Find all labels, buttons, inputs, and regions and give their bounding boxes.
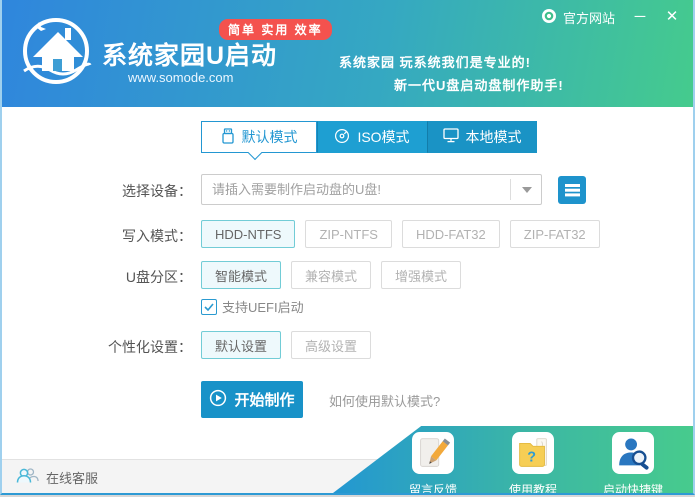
partition-options: 智能模式 兼容模式 增强模式: [201, 261, 461, 289]
minimize-button[interactable]: ─: [628, 4, 652, 28]
tab-default-mode[interactable]: 默认模式: [201, 121, 317, 153]
write-mode-zip-fat32[interactable]: ZIP-FAT32: [510, 220, 600, 248]
tab-label: ISO模式: [357, 127, 409, 147]
device-menu-button[interactable]: [558, 176, 586, 204]
tab-local-mode[interactable]: 本地模式: [427, 121, 537, 153]
personalize-default[interactable]: 默认设置: [201, 331, 281, 359]
online-service-link[interactable]: 在线客服: [16, 467, 98, 487]
partition-label: U盘分区：: [2, 267, 192, 287]
tab-iso-mode[interactable]: ISO模式: [317, 121, 427, 153]
help-link[interactable]: 如何使用默认模式?: [329, 391, 440, 410]
partition-smart-mode[interactable]: 智能模式: [201, 261, 281, 289]
online-service-label: 在线客服: [46, 468, 98, 487]
footer-shortcut-panel: 留言反馈 ? 使用教程: [333, 426, 693, 493]
shortcut-label: 启动快捷键: [603, 481, 663, 495]
feature-badge: 简单 实用 效率: [219, 19, 332, 40]
tab-label: 默认模式: [242, 127, 298, 147]
slogan-line2: 新一代U盘启动盘制作助手!: [394, 75, 564, 94]
personalize-options: 默认设置 高级设置: [201, 331, 371, 359]
person-magnifier-icon: [612, 432, 654, 479]
uefi-checkbox-label: 支持UEFI启动: [222, 297, 304, 316]
device-select[interactable]: 请插入需要制作启动盘的U盘!: [201, 174, 542, 205]
partition-enhanced-mode[interactable]: 增强模式: [381, 261, 461, 289]
support-people-icon: [16, 467, 39, 487]
write-mode-hdd-fat32[interactable]: HDD-FAT32: [402, 220, 500, 248]
monitor-icon: [443, 128, 459, 146]
select-divider: [510, 179, 511, 200]
folder-question-icon: ?: [512, 432, 554, 479]
start-button-label: 开始制作: [234, 389, 294, 410]
write-mode-zip-ntfs[interactable]: ZIP-NTFS: [305, 220, 392, 248]
uefi-checkbox-row[interactable]: 支持UEFI启动: [201, 297, 304, 316]
svg-text:?: ?: [527, 450, 536, 466]
write-mode-hdd-ntfs[interactable]: HDD-NTFS: [201, 220, 295, 248]
target-circle-icon: [541, 8, 557, 27]
uefi-checkbox[interactable]: [201, 299, 217, 315]
start-button[interactable]: 开始制作: [201, 381, 303, 418]
close-button[interactable]: ✕: [660, 4, 684, 28]
official-site-label: 官方网站: [563, 8, 615, 27]
app-header: 系统家园U启动 www.somode.com 简单 实用 效率 系统家园 玩系统…: [2, 0, 693, 107]
house-logo-icon: [16, 11, 96, 91]
personalize-advanced[interactable]: 高级设置: [291, 331, 371, 359]
app-title: 系统家园U启动: [102, 36, 277, 72]
hamburger-menu-icon: [565, 184, 580, 196]
write-mode-options: HDD-NTFS ZIP-NTFS HDD-FAT32 ZIP-FAT32: [201, 220, 600, 248]
device-select-placeholder: 请插入需要制作启动盘的U盘!: [212, 175, 381, 204]
personalize-label: 个性化设置：: [2, 337, 192, 357]
device-label: 选择设备：: [2, 181, 192, 201]
app-window: 系统家园U启动 www.somode.com 简单 实用 效率 系统家园 玩系统…: [0, 0, 695, 495]
partition-compat-mode[interactable]: 兼容模式: [291, 261, 371, 289]
shortcut-boot-hotkey[interactable]: 启动快捷键: [590, 432, 676, 495]
usb-drive-icon: [221, 128, 235, 147]
write-mode-label: 写入模式：: [2, 226, 192, 246]
shortcut-label: 使用教程: [509, 481, 557, 495]
official-site-link[interactable]: 官方网站: [541, 8, 615, 27]
slogan-line1: 系统家园 玩系统我们是专业的!: [339, 52, 531, 71]
tab-label: 本地模式: [466, 127, 522, 147]
disc-icon: [334, 128, 350, 147]
site-url: www.somode.com: [128, 70, 233, 85]
shortcut-tutorial[interactable]: ? 使用教程: [490, 432, 576, 495]
pencil-feedback-icon: [412, 432, 454, 479]
shortcut-feedback[interactable]: 留言反馈: [390, 432, 476, 495]
shortcut-label: 留言反馈: [409, 481, 457, 495]
play-circle-icon: [209, 389, 227, 411]
chevron-down-icon: [522, 187, 532, 193]
